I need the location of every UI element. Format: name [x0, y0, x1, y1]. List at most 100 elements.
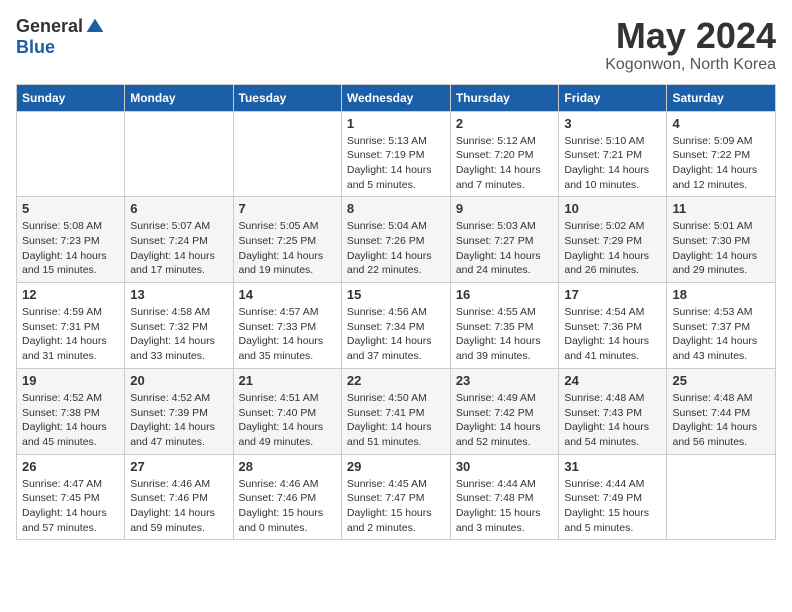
day-number: 4 — [672, 116, 770, 131]
calendar-week-row: 26 Sunrise: 4:47 AMSunset: 7:45 PMDayligh… — [17, 454, 776, 540]
day-info: Sunrise: 4:44 AMSunset: 7:49 PMDaylight:… — [564, 477, 661, 536]
day-info: Sunrise: 4:44 AMSunset: 7:48 PMDaylight:… — [456, 477, 554, 536]
day-number: 22 — [347, 373, 445, 388]
day-info: Sunrise: 4:46 AMSunset: 7:46 PMDaylight:… — [130, 477, 227, 536]
day-number: 27 — [130, 459, 227, 474]
calendar-table: SundayMondayTuesdayWednesdayThursdayFrid… — [16, 84, 776, 541]
calendar-cell: 27 Sunrise: 4:46 AMSunset: 7:46 PMDayligh… — [125, 454, 233, 540]
location: Kogonwon, North Korea — [605, 56, 776, 74]
day-info: Sunrise: 5:07 AMSunset: 7:24 PMDaylight:… — [130, 219, 227, 278]
calendar-cell: 25 Sunrise: 4:48 AMSunset: 7:44 PMDayligh… — [667, 368, 776, 454]
calendar-cell: 10Sunrise: 5:02 AMSunset: 7:29 PMDayligh… — [559, 197, 667, 283]
logo-general: General — [16, 16, 83, 37]
day-info: Sunrise: 5:01 AMSunset: 7:30 PMDaylight:… — [672, 219, 770, 278]
calendar-cell: 4 Sunrise: 5:09 AMSunset: 7:22 PMDaylight… — [667, 111, 776, 197]
day-info: Sunrise: 5:04 AMSunset: 7:26 PMDaylight:… — [347, 219, 445, 278]
calendar-cell: 8Sunrise: 5:04 AMSunset: 7:26 PMDaylight… — [341, 197, 450, 283]
day-number: 7 — [239, 201, 336, 216]
weekday-header: Wednesday — [341, 84, 450, 111]
day-info: Sunrise: 4:51 AMSunset: 7:40 PMDaylight:… — [239, 391, 336, 450]
day-number: 16 — [456, 287, 554, 302]
day-number: 10 — [564, 201, 661, 216]
day-number: 23 — [456, 373, 554, 388]
weekday-header: Thursday — [450, 84, 559, 111]
day-info: Sunrise: 4:57 AMSunset: 7:33 PMDaylight:… — [239, 305, 336, 364]
weekday-header: Tuesday — [233, 84, 341, 111]
logo: General Blue — [16, 16, 105, 58]
day-info: Sunrise: 4:47 AMSunset: 7:45 PMDaylight:… — [22, 477, 119, 536]
day-info: Sunrise: 5:03 AMSunset: 7:27 PMDaylight:… — [456, 219, 554, 278]
day-info: Sunrise: 4:59 AMSunset: 7:31 PMDaylight:… — [22, 305, 119, 364]
day-number: 5 — [22, 201, 119, 216]
calendar-cell: 28Sunrise: 4:46 AMSunset: 7:46 PMDayligh… — [233, 454, 341, 540]
calendar-cell: 14 Sunrise: 4:57 AMSunset: 7:33 PMDayligh… — [233, 283, 341, 369]
day-number: 19 — [22, 373, 119, 388]
title-area: May 2024 Kogonwon, North Korea — [605, 16, 776, 74]
page-header: General Blue May 2024 Kogonwon, North Ko… — [16, 16, 776, 74]
day-info: Sunrise: 5:08 AMSunset: 7:23 PMDaylight:… — [22, 219, 119, 278]
weekday-header: Saturday — [667, 84, 776, 111]
day-info: Sunrise: 4:53 AMSunset: 7:37 PMDaylight:… — [672, 305, 770, 364]
calendar-cell: 23 Sunrise: 4:49 AMSunset: 7:42 PMDayligh… — [450, 368, 559, 454]
day-number: 30 — [456, 459, 554, 474]
calendar-cell: 12Sunrise: 4:59 AMSunset: 7:31 PMDayligh… — [17, 283, 125, 369]
calendar-cell: 1 Sunrise: 5:13 AMSunset: 7:19 PMDaylight… — [341, 111, 450, 197]
calendar-cell — [125, 111, 233, 197]
day-info: Sunrise: 4:50 AMSunset: 7:41 PMDaylight:… — [347, 391, 445, 450]
day-number: 21 — [239, 373, 336, 388]
calendar-cell: 2Sunrise: 5:12 AMSunset: 7:20 PMDaylight… — [450, 111, 559, 197]
day-number: 1 — [347, 116, 445, 131]
calendar-cell: 5 Sunrise: 5:08 AMSunset: 7:23 PMDaylight… — [17, 197, 125, 283]
logo-blue: Blue — [16, 37, 55, 58]
day-number: 29 — [347, 459, 445, 474]
day-number: 26 — [22, 459, 119, 474]
day-number: 11 — [672, 201, 770, 216]
day-info: Sunrise: 4:45 AMSunset: 7:47 PMDaylight:… — [347, 477, 445, 536]
day-number: 3 — [564, 116, 661, 131]
day-info: Sunrise: 5:10 AMSunset: 7:21 PMDaylight:… — [564, 134, 661, 193]
day-info: Sunrise: 4:48 AMSunset: 7:44 PMDaylight:… — [672, 391, 770, 450]
day-info: Sunrise: 5:13 AMSunset: 7:19 PMDaylight:… — [347, 134, 445, 193]
calendar-cell: 29 Sunrise: 4:45 AMSunset: 7:47 PMDayligh… — [341, 454, 450, 540]
calendar-cell: 24Sunrise: 4:48 AMSunset: 7:43 PMDayligh… — [559, 368, 667, 454]
calendar-cell: 31 Sunrise: 4:44 AMSunset: 7:49 PMDayligh… — [559, 454, 667, 540]
weekday-header: Friday — [559, 84, 667, 111]
calendar-cell — [233, 111, 341, 197]
day-number: 2 — [456, 116, 554, 131]
day-info: Sunrise: 4:55 AMSunset: 7:35 PMDaylight:… — [456, 305, 554, 364]
calendar-cell: 11 Sunrise: 5:01 AMSunset: 7:30 PMDayligh… — [667, 197, 776, 283]
day-number: 28 — [239, 459, 336, 474]
calendar-cell: 9 Sunrise: 5:03 AMSunset: 7:27 PMDaylight… — [450, 197, 559, 283]
calendar-week-row: 1 Sunrise: 5:13 AMSunset: 7:19 PMDaylight… — [17, 111, 776, 197]
calendar-cell: 3 Sunrise: 5:10 AMSunset: 7:21 PMDaylight… — [559, 111, 667, 197]
day-number: 15 — [347, 287, 445, 302]
day-info: Sunrise: 4:58 AMSunset: 7:32 PMDaylight:… — [130, 305, 227, 364]
calendar-cell — [667, 454, 776, 540]
day-info: Sunrise: 5:05 AMSunset: 7:25 PMDaylight:… — [239, 219, 336, 278]
weekday-header: Sunday — [17, 84, 125, 111]
calendar-week-row: 5 Sunrise: 5:08 AMSunset: 7:23 PMDaylight… — [17, 197, 776, 283]
calendar-cell: 30 Sunrise: 4:44 AMSunset: 7:48 PMDayligh… — [450, 454, 559, 540]
calendar-cell: 17Sunrise: 4:54 AMSunset: 7:36 PMDayligh… — [559, 283, 667, 369]
calendar-cell: 7 Sunrise: 5:05 AMSunset: 7:25 PMDaylight… — [233, 197, 341, 283]
day-number: 9 — [456, 201, 554, 216]
calendar-cell: 21 Sunrise: 4:51 AMSunset: 7:40 PMDayligh… — [233, 368, 341, 454]
month-title: May 2024 — [605, 16, 776, 56]
day-number: 18 — [672, 287, 770, 302]
calendar-cell: 15Sunrise: 4:56 AMSunset: 7:34 PMDayligh… — [341, 283, 450, 369]
day-number: 20 — [130, 373, 227, 388]
day-info: Sunrise: 5:09 AMSunset: 7:22 PMDaylight:… — [672, 134, 770, 193]
weekday-header-row: SundayMondayTuesdayWednesdayThursdayFrid… — [17, 84, 776, 111]
calendar-cell: 13 Sunrise: 4:58 AMSunset: 7:32 PMDayligh… — [125, 283, 233, 369]
day-number: 31 — [564, 459, 661, 474]
calendar-cell — [17, 111, 125, 197]
calendar-cell: 26 Sunrise: 4:47 AMSunset: 7:45 PMDayligh… — [17, 454, 125, 540]
day-number: 13 — [130, 287, 227, 302]
day-number: 6 — [130, 201, 227, 216]
day-info: Sunrise: 4:52 AMSunset: 7:39 PMDaylight:… — [130, 391, 227, 450]
day-number: 14 — [239, 287, 336, 302]
calendar-cell: 16 Sunrise: 4:55 AMSunset: 7:35 PMDayligh… — [450, 283, 559, 369]
day-number: 25 — [672, 373, 770, 388]
weekday-header: Monday — [125, 84, 233, 111]
day-info: Sunrise: 4:49 AMSunset: 7:42 PMDaylight:… — [456, 391, 554, 450]
